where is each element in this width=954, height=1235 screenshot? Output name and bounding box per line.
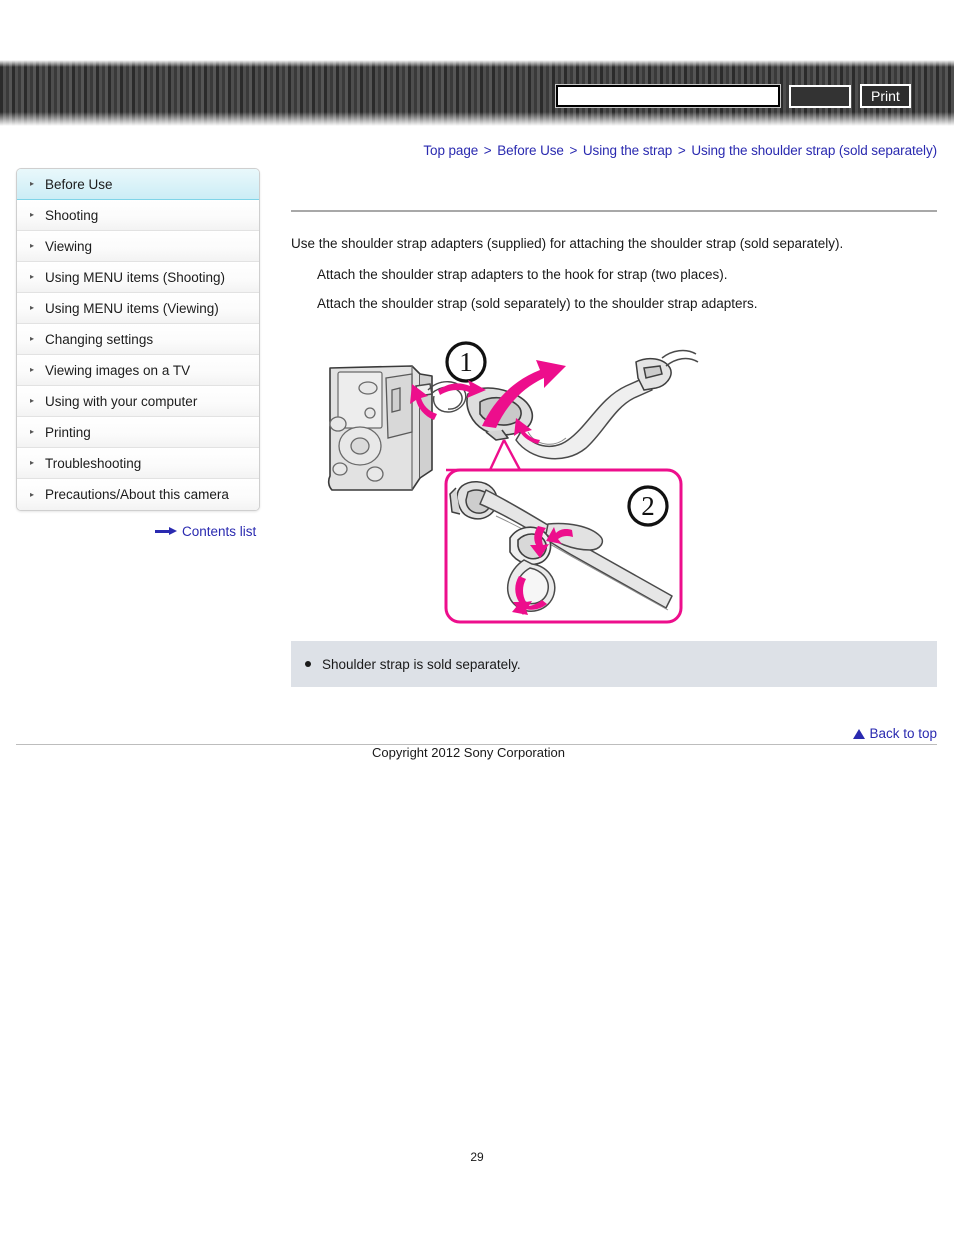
- chevron-right-icon: ▸: [30, 241, 35, 250]
- sidebar-navigation: ▸ Before Use ▸ Shooting ▸ Viewing ▸ Usin…: [16, 168, 260, 511]
- strap-attachment-illustration: 1 2: [300, 328, 700, 628]
- sidebar-item-label: Changing settings: [45, 331, 154, 347]
- breadcrumb-separator: >: [569, 143, 578, 158]
- copyright-text: Copyright 2012 Sony Corporation: [372, 745, 565, 760]
- chevron-right-icon: ▸: [30, 489, 35, 499]
- breadcrumb-item-current-page[interactable]: Using the shoulder strap (sold separatel…: [691, 143, 937, 158]
- breadcrumb: Top page > Before Use > Using the strap …: [423, 143, 937, 158]
- sidebar-item-label: Precautions/About this camera: [45, 487, 229, 502]
- chevron-right-icon: ▸: [30, 334, 35, 343]
- chevron-right-icon: ▸: [30, 210, 35, 219]
- sidebar-item-shooting[interactable]: ▸ Shooting: [17, 200, 259, 231]
- sidebar-item-label: Shooting: [45, 207, 99, 223]
- breadcrumb-separator: >: [483, 143, 492, 158]
- sidebar-item-troubleshooting[interactable]: ▸ Troubleshooting: [17, 448, 259, 479]
- step-2-text: Attach the shoulder strap (sold separate…: [317, 295, 758, 311]
- breadcrumb-item-before-use[interactable]: Before Use: [497, 143, 564, 158]
- sidebar-item-viewing-images-on-a-tv[interactable]: ▸ Viewing images on a TV: [17, 355, 259, 386]
- header-controls: Print: [555, 83, 911, 109]
- sidebar-item-label: Using MENU items (Viewing): [45, 300, 219, 316]
- bullet-icon: [305, 661, 311, 667]
- sidebar-item-label: Printing: [45, 424, 91, 440]
- triangle-up-icon: [853, 728, 866, 739]
- note-text: Shoulder strap is sold separately.: [322, 656, 521, 672]
- main-content: Use the shoulder strap adapters (supplie…: [291, 210, 937, 325]
- step-2-number: 2: [641, 491, 655, 521]
- breadcrumb-item-top-page[interactable]: Top page: [423, 143, 478, 158]
- step-1-number: 1: [459, 347, 473, 377]
- sidebar-item-precautions-about-this-camera[interactable]: ▸ Precautions/About this camera: [17, 479, 259, 510]
- chevron-right-icon: ▸: [30, 396, 35, 405]
- step-1-text: Attach the shoulder strap adapters to th…: [317, 266, 728, 282]
- shoulder-strap: [515, 377, 653, 460]
- breadcrumb-item-using-the-strap[interactable]: Using the strap: [583, 143, 672, 158]
- strap-end-buckle: [635, 349, 699, 391]
- contents-list-label: Contents list: [182, 524, 257, 539]
- sidebar-item-label: Viewing images on a TV: [45, 362, 191, 378]
- back-to-top-link[interactable]: Back to top: [853, 726, 937, 741]
- chevron-right-icon: ▸: [30, 272, 35, 281]
- sidebar-item-label: Using MENU items (Shooting): [45, 269, 226, 285]
- note-box: Shoulder strap is sold separately.: [291, 641, 937, 687]
- breadcrumb-separator: >: [677, 143, 686, 158]
- sidebar-item-label: Using with your computer: [45, 393, 198, 409]
- sidebar-item-label: Troubleshooting: [45, 455, 142, 471]
- sidebar-item-label: Viewing: [45, 238, 93, 254]
- lead-paragraph: Use the shoulder strap adapters (supplie…: [291, 236, 844, 251]
- arrow-right-icon: [155, 527, 177, 536]
- sidebar-item-changing-settings[interactable]: ▸ Changing settings: [17, 324, 259, 355]
- page-number: 29: [470, 1150, 484, 1164]
- sidebar-item-viewing[interactable]: ▸ Viewing: [17, 231, 259, 262]
- step-2-badge: 2: [627, 485, 669, 527]
- sidebar-item-using-with-your-computer[interactable]: ▸ Using with your computer: [17, 386, 259, 417]
- camera-hook-panel: [385, 373, 413, 439]
- section-divider: [291, 210, 937, 212]
- chevron-right-icon: ▸: [30, 427, 35, 436]
- sidebar-item-using-menu-items-viewing[interactable]: ▸ Using MENU items (Viewing): [17, 293, 259, 324]
- step-1-badge: 1: [445, 341, 487, 383]
- search-button[interactable]: [789, 84, 851, 108]
- sidebar-item-printing[interactable]: ▸ Printing: [17, 417, 259, 448]
- chevron-right-icon: ▸: [30, 365, 35, 374]
- chevron-right-icon: ▸: [30, 179, 35, 188]
- chevron-right-icon: ▸: [30, 458, 35, 467]
- sidebar-item-label: Before Use: [45, 176, 113, 192]
- sidebar-item-using-menu-items-shooting[interactable]: ▸ Using MENU items (Shooting): [17, 262, 259, 293]
- contents-list-link[interactable]: Contents list: [155, 524, 256, 539]
- sidebar-item-before-use[interactable]: ▸ Before Use: [17, 169, 259, 200]
- back-to-top-label: Back to top: [869, 726, 937, 741]
- chevron-right-icon: ▸: [30, 303, 35, 312]
- search-input[interactable]: [555, 84, 781, 108]
- print-button[interactable]: Print: [860, 84, 911, 108]
